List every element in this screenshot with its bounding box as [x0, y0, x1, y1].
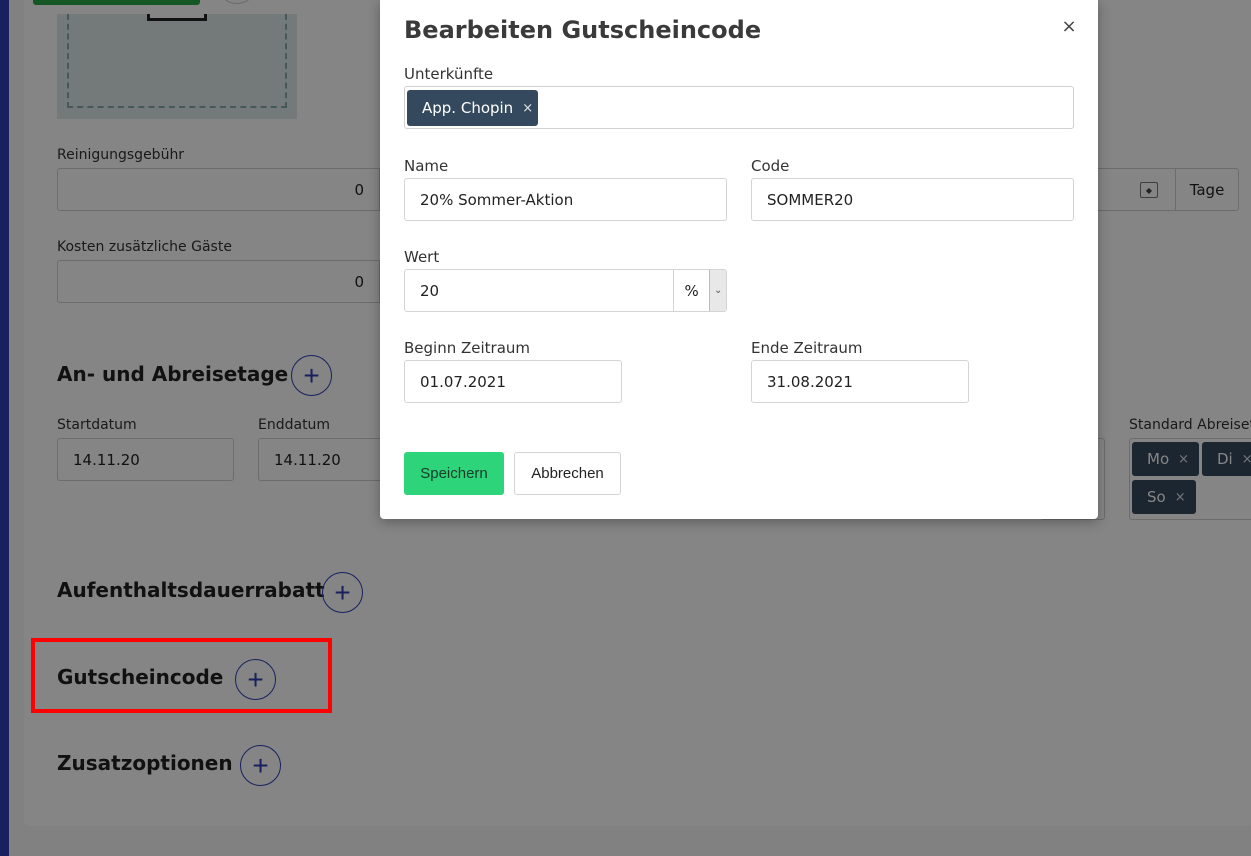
- save-button[interactable]: Speichern: [404, 452, 504, 495]
- cancel-button[interactable]: Abbrechen: [514, 452, 621, 495]
- period-start-input[interactable]: 01.07.2021: [404, 360, 622, 403]
- value-label: Wert: [404, 248, 440, 266]
- properties-label: Unterkünfte: [404, 65, 494, 83]
- value-input[interactable]: 20: [404, 269, 674, 312]
- code-input[interactable]: SOMMER20: [751, 178, 1074, 221]
- name-input[interactable]: 20% Sommer-Aktion: [404, 178, 727, 221]
- period-end-input[interactable]: 31.08.2021: [751, 360, 969, 403]
- remove-tag-icon[interactable]: ×: [522, 101, 533, 116]
- chevron-down-icon: ⌄: [709, 270, 726, 311]
- close-icon[interactable]: ×: [1059, 14, 1079, 38]
- value-unit-select[interactable]: % ⌄: [673, 269, 727, 312]
- modal-title: Bearbeiten Gutscheincode: [404, 16, 762, 44]
- period-end-label: Ende Zeitraum: [751, 339, 863, 357]
- value-unit-text: %: [684, 281, 699, 300]
- highlight-box: [31, 638, 332, 713]
- name-label: Name: [404, 157, 449, 175]
- code-label: Code: [751, 157, 790, 175]
- property-tag: App. Chopin ×: [407, 90, 538, 126]
- period-start-label: Beginn Zeitraum: [404, 339, 531, 357]
- edit-voucher-modal: Bearbeiten Gutscheincode × Unterkünfte A…: [380, 0, 1098, 519]
